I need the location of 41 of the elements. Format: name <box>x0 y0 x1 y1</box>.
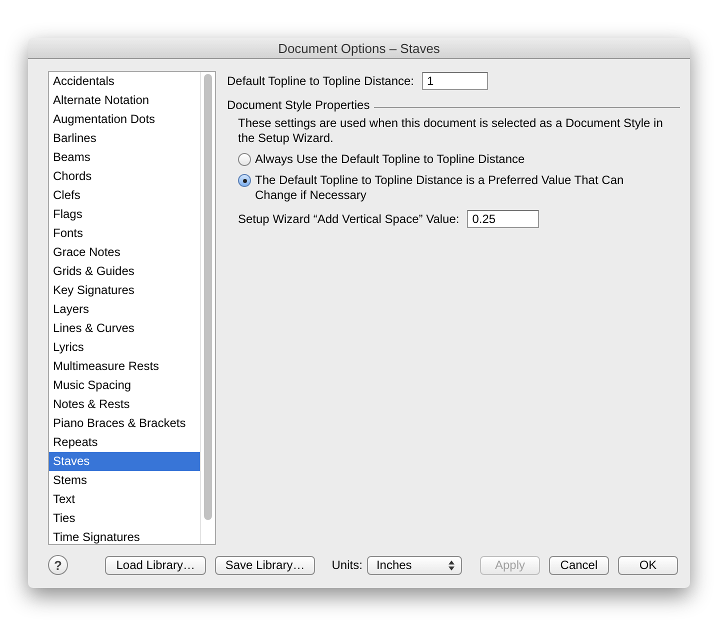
list-item[interactable]: Fonts <box>49 224 200 243</box>
dialog-button[interactable]: OK <box>618 556 678 574</box>
list-item[interactable]: Multimeasure Rests <box>49 357 200 376</box>
list-item[interactable]: Augmentation Dots <box>49 110 200 129</box>
field-label: Setup Wizard “Add Vertical Space” Value: <box>238 212 460 226</box>
list-item[interactable]: Alternate Notation <box>49 91 200 110</box>
list-item[interactable]: Grids & Guides <box>49 262 200 281</box>
list-item[interactable]: Chords <box>49 167 200 186</box>
list-item[interactable]: Barlines <box>49 129 200 148</box>
list-item[interactable]: Text <box>49 490 200 509</box>
load-library-button[interactable]: Load Library… <box>104 556 206 574</box>
description-text: These settings are used when this document is selected as a Document Style in the Setup Wizard. <box>238 116 664 146</box>
radio-label[interactable]: Always Use the Default Topline to Topline Distance <box>255 152 645 167</box>
window-title: Document Options – Staves <box>278 40 440 56</box>
units-dropdown[interactable]: Inches <box>367 556 462 574</box>
list-item[interactable]: Grace Notes <box>49 243 200 262</box>
list-item[interactable]: Repeats <box>49 433 200 452</box>
units-label: Units: <box>332 558 362 572</box>
radio-label[interactable]: The Default Topline to Topline Distance is a Preferred Value That Can Change if Necessary <box>255 173 645 203</box>
group-title: Document Style Properties <box>227 98 370 112</box>
list-item[interactable]: Layers <box>49 300 200 319</box>
input-field[interactable]: 0.25 <box>467 210 540 228</box>
field-label: Default Topline to Topline Distance: <box>227 74 414 88</box>
list-item[interactable]: Music Spacing <box>49 376 200 395</box>
list-item[interactable]: Staves <box>49 452 200 471</box>
list-item[interactable]: Accidentals <box>49 72 200 91</box>
list-item[interactable]: Key Signatures <box>49 281 200 300</box>
list-item[interactable]: Flags <box>49 205 200 224</box>
help-button[interactable]: ? <box>48 555 68 575</box>
list-item[interactable]: Time Signatures <box>49 528 200 547</box>
dialog-button[interactable]: Cancel <box>548 556 609 574</box>
save-library-button[interactable]: Save Library… <box>215 556 315 574</box>
list-item[interactable]: Piano Braces & Brackets <box>49 414 200 433</box>
list-item[interactable]: Stems <box>49 471 200 490</box>
list-item[interactable]: Clefs <box>49 186 200 205</box>
list-item[interactable]: Lines & Curves <box>49 319 200 338</box>
list-item[interactable]: Beams <box>49 148 200 167</box>
list-item[interactable]: Lyrics <box>49 338 200 357</box>
list-item[interactable]: Notes & Rests <box>49 395 200 414</box>
input-field[interactable]: 1 <box>422 72 488 90</box>
list-item[interactable]: Ties <box>49 509 200 528</box>
